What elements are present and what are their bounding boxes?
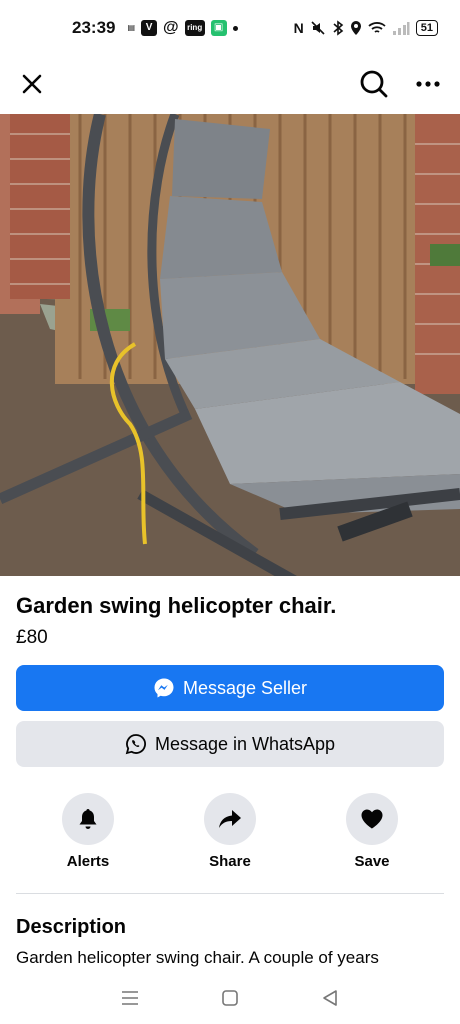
close-button[interactable]	[16, 68, 48, 100]
status-time: 23:39	[72, 18, 116, 37]
status-right-icons: N 51	[294, 20, 438, 36]
save-label: Save	[354, 853, 390, 870]
section-divider	[16, 893, 444, 894]
dot-icon	[232, 25, 238, 31]
save-circle	[346, 793, 398, 845]
status-left-icons: ▤ V @ ring ▣	[127, 19, 238, 36]
more-icon	[416, 81, 440, 87]
green-app-icon: ▣	[210, 20, 227, 36]
alerts-label: Alerts	[66, 853, 110, 870]
description-heading: Description	[16, 916, 127, 938]
location-icon	[350, 20, 362, 36]
message-seller-label: Message Seller	[182, 677, 308, 698]
action-row: Alerts Share Save	[0, 793, 460, 870]
search-icon	[360, 70, 388, 98]
wifi-icon	[368, 21, 386, 35]
more-button[interactable]	[412, 68, 444, 100]
vpn-icon: V	[141, 20, 158, 36]
messenger-icon	[154, 678, 174, 698]
recents-button[interactable]	[115, 983, 145, 1013]
alerts-circle	[62, 793, 114, 845]
save-action[interactable]: Save	[344, 793, 400, 870]
close-icon	[22, 74, 42, 94]
alerts-action[interactable]: Alerts	[60, 793, 116, 870]
listing-price: £80	[16, 627, 48, 648]
threads-icon: @	[163, 19, 179, 36]
battery-indicator: 51	[415, 20, 438, 36]
back-button[interactable]	[315, 983, 345, 1013]
home-button[interactable]	[215, 983, 245, 1013]
whatsapp-icon	[125, 734, 146, 755]
nfc-icon: N	[293, 20, 304, 36]
status-bar: 23:39 ▤ V @ ring ▣ N 51	[0, 0, 460, 56]
home-icon	[222, 990, 238, 1006]
system-nav-bar	[0, 972, 460, 1024]
message-seller-button[interactable]: Message Seller	[16, 665, 444, 711]
top-nav	[0, 56, 460, 112]
heart-icon	[361, 809, 383, 829]
listing-photo-image	[0, 114, 460, 576]
back-icon	[323, 990, 337, 1006]
recents-icon	[122, 991, 138, 1005]
temu-icon: ▤	[127, 23, 136, 32]
share-circle	[204, 793, 256, 845]
mute-icon	[310, 20, 326, 36]
top-nav-actions	[358, 68, 444, 100]
share-icon	[219, 810, 241, 828]
listing-title: Garden swing helicopter chair.	[16, 593, 337, 618]
share-label: Share	[209, 853, 251, 870]
message-whatsapp-button[interactable]: Message in WhatsApp	[16, 721, 444, 767]
bluetooth-icon	[332, 20, 344, 36]
bell-icon	[79, 809, 97, 829]
message-whatsapp-label: Message in WhatsApp	[154, 733, 336, 754]
share-action[interactable]: Share	[202, 793, 258, 870]
listing-photo[interactable]	[0, 114, 460, 576]
search-button[interactable]	[358, 68, 390, 100]
signal-icon	[392, 21, 410, 35]
ring-icon: ring	[184, 20, 205, 36]
description-text: Garden helicopter swing chair. A couple …	[16, 948, 379, 967]
